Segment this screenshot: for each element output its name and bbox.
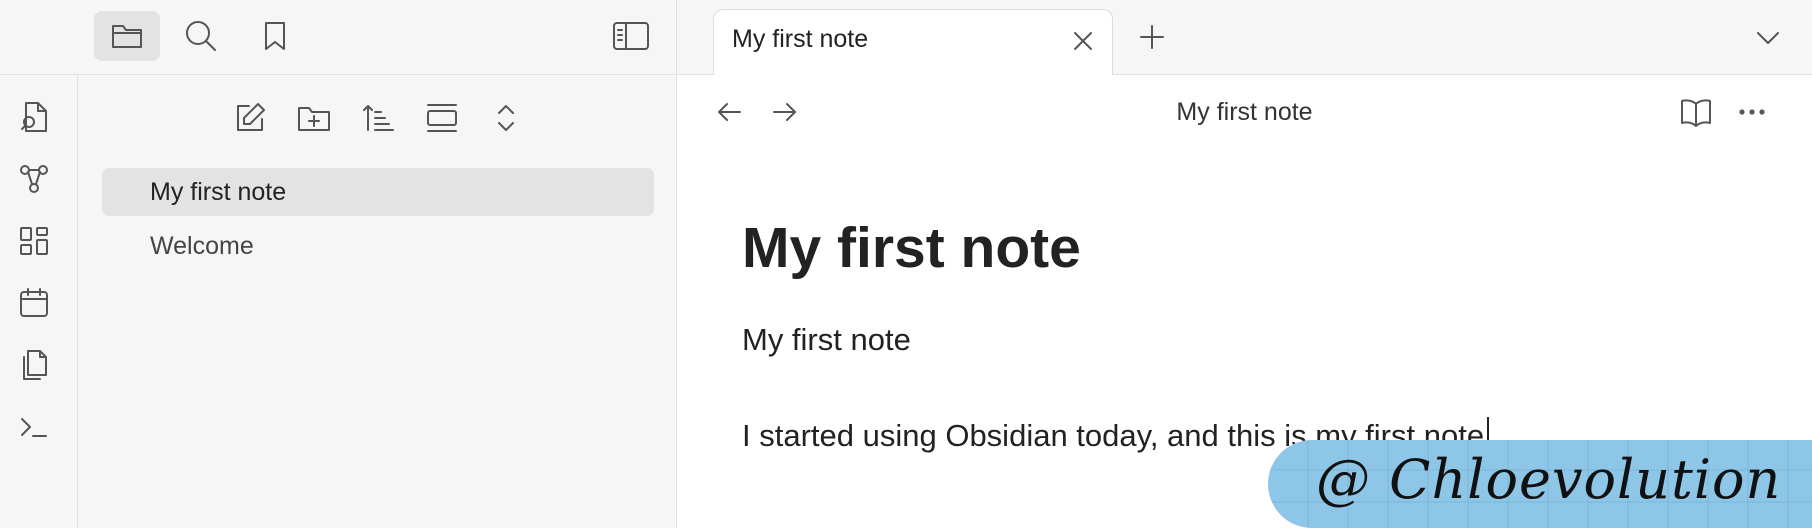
new-folder-button[interactable] <box>290 95 338 141</box>
new-tab-button[interactable] <box>1131 16 1173 58</box>
left-sidebar: My first note Welcome <box>0 0 677 528</box>
file-item-label: My first note <box>150 177 287 206</box>
collapse-all-button[interactable] <box>482 95 530 141</box>
templates-icon <box>18 348 50 382</box>
note-heading: My first note <box>742 216 1081 280</box>
command-palette-button[interactable] <box>14 407 54 447</box>
command-palette-icon <box>18 411 50 443</box>
note-paragraph: My first note <box>742 322 911 357</box>
more-options-button[interactable] <box>1730 90 1774 134</box>
file-item-my-first-note[interactable]: My first note <box>102 168 654 216</box>
sort-button[interactable] <box>354 95 402 141</box>
view-header: My first note <box>677 75 1812 149</box>
daily-note-icon <box>18 287 50 319</box>
files-tab-button[interactable] <box>94 11 160 61</box>
sidebar-tab-bar <box>0 0 676 75</box>
bookmarks-tab-button[interactable] <box>242 11 308 61</box>
tab-my-first-note[interactable]: My first note <box>713 9 1113 75</box>
close-tab-button[interactable] <box>1068 26 1098 56</box>
file-item-welcome[interactable]: Welcome <box>102 222 654 270</box>
auto-reveal-icon <box>425 101 459 135</box>
sidebar-toggle-icon <box>612 21 650 51</box>
canvas-icon <box>18 225 50 257</box>
book-open-icon <box>1679 97 1713 127</box>
new-folder-icon <box>296 102 332 134</box>
tab-list-button[interactable] <box>1748 18 1788 58</box>
tab-bar: My first note <box>677 0 1812 75</box>
search-icon <box>184 19 218 53</box>
sort-icon <box>361 102 395 134</box>
ribbon <box>0 75 78 528</box>
chevron-down-icon <box>1755 30 1781 46</box>
graph-view-icon <box>18 163 50 195</box>
watermark: @ Chloevolution <box>1268 440 1812 528</box>
search-tab-button[interactable] <box>168 11 234 61</box>
canvas-button[interactable] <box>14 221 54 261</box>
open-quick-switcher-icon <box>18 100 50 134</box>
watermark-text: @ Chloevolution <box>1316 448 1782 511</box>
collapse-sidebar-button[interactable] <box>598 11 664 61</box>
templates-button[interactable] <box>14 345 54 385</box>
bookmark-icon <box>261 20 289 52</box>
graph-view-button[interactable] <box>14 159 54 199</box>
folder-icon <box>110 21 144 51</box>
view-title[interactable]: My first note <box>677 98 1812 127</box>
quick-switcher-button[interactable] <box>14 97 54 137</box>
close-icon <box>1071 29 1095 53</box>
plus-icon <box>1138 23 1166 51</box>
collapse-all-icon <box>494 101 518 135</box>
daily-note-button[interactable] <box>14 283 54 323</box>
auto-reveal-button[interactable] <box>418 95 466 141</box>
more-horizontal-icon <box>1738 108 1766 116</box>
new-note-button[interactable] <box>226 95 274 141</box>
file-item-label: Welcome <box>150 231 254 260</box>
new-note-icon <box>233 101 267 135</box>
reading-view-button[interactable] <box>1674 90 1718 134</box>
tab-title: My first note <box>732 25 869 53</box>
